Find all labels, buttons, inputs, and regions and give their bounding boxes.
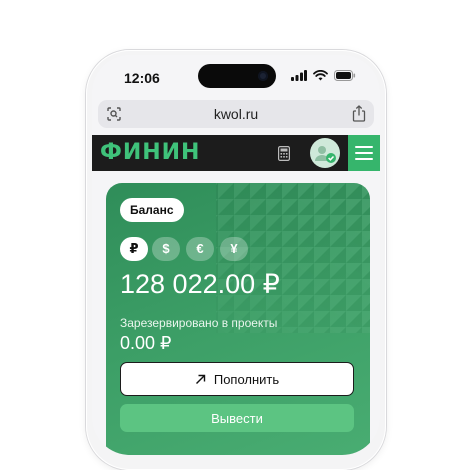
menu-button[interactable] — [348, 135, 380, 171]
dynamic-island — [198, 64, 276, 88]
currency-cny-button[interactable]: ¥ — [220, 237, 248, 261]
status-icons — [291, 70, 356, 81]
balance-amount: 128 022.00 ₽ — [120, 269, 280, 299]
menu-icon — [355, 146, 373, 148]
currency-rub-button[interactable]: ₽ — [120, 237, 148, 261]
share-icon[interactable] — [352, 105, 366, 122]
withdraw-button[interactable]: Вывести — [120, 404, 354, 432]
reserved-label: Зарезервировано в проекты — [120, 316, 278, 330]
logo[interactable]: ФИНИН — [100, 140, 200, 165]
url-text[interactable]: kwol.ru — [98, 106, 374, 122]
balance-badge: Баланс — [120, 198, 184, 222]
reserved-value: 0.00 ₽ — [120, 333, 172, 353]
menu-icon-line — [355, 158, 373, 160]
signal-icon — [291, 70, 307, 81]
calculator-icon[interactable] — [278, 146, 290, 161]
topup-button[interactable]: Пополнить — [120, 362, 354, 396]
battery-icon — [334, 70, 356, 81]
address-bar[interactable]: kwol.ru — [98, 100, 374, 128]
phone-screen: 12:06 kwol.ru ФИНИН Баланс ₽ $ € ¥ 128 0… — [92, 55, 380, 455]
app-header: ФИНИН — [92, 135, 380, 171]
balance-card: Баланс ₽ $ € ¥ 128 022.00 ₽ Зарезервиров… — [106, 183, 370, 455]
user-verified-icon — [315, 146, 336, 163]
currency-eur-button[interactable]: € — [186, 237, 214, 261]
topup-label: Пополнить — [213, 371, 280, 387]
status-time: 12:06 — [124, 70, 160, 86]
camera-icon — [258, 71, 268, 81]
avatar[interactable] — [310, 138, 340, 168]
menu-icon-line — [355, 152, 373, 154]
arrow-up-right-icon — [195, 374, 206, 384]
wifi-icon — [313, 70, 328, 81]
currency-usd-button[interactable]: $ — [152, 237, 180, 261]
